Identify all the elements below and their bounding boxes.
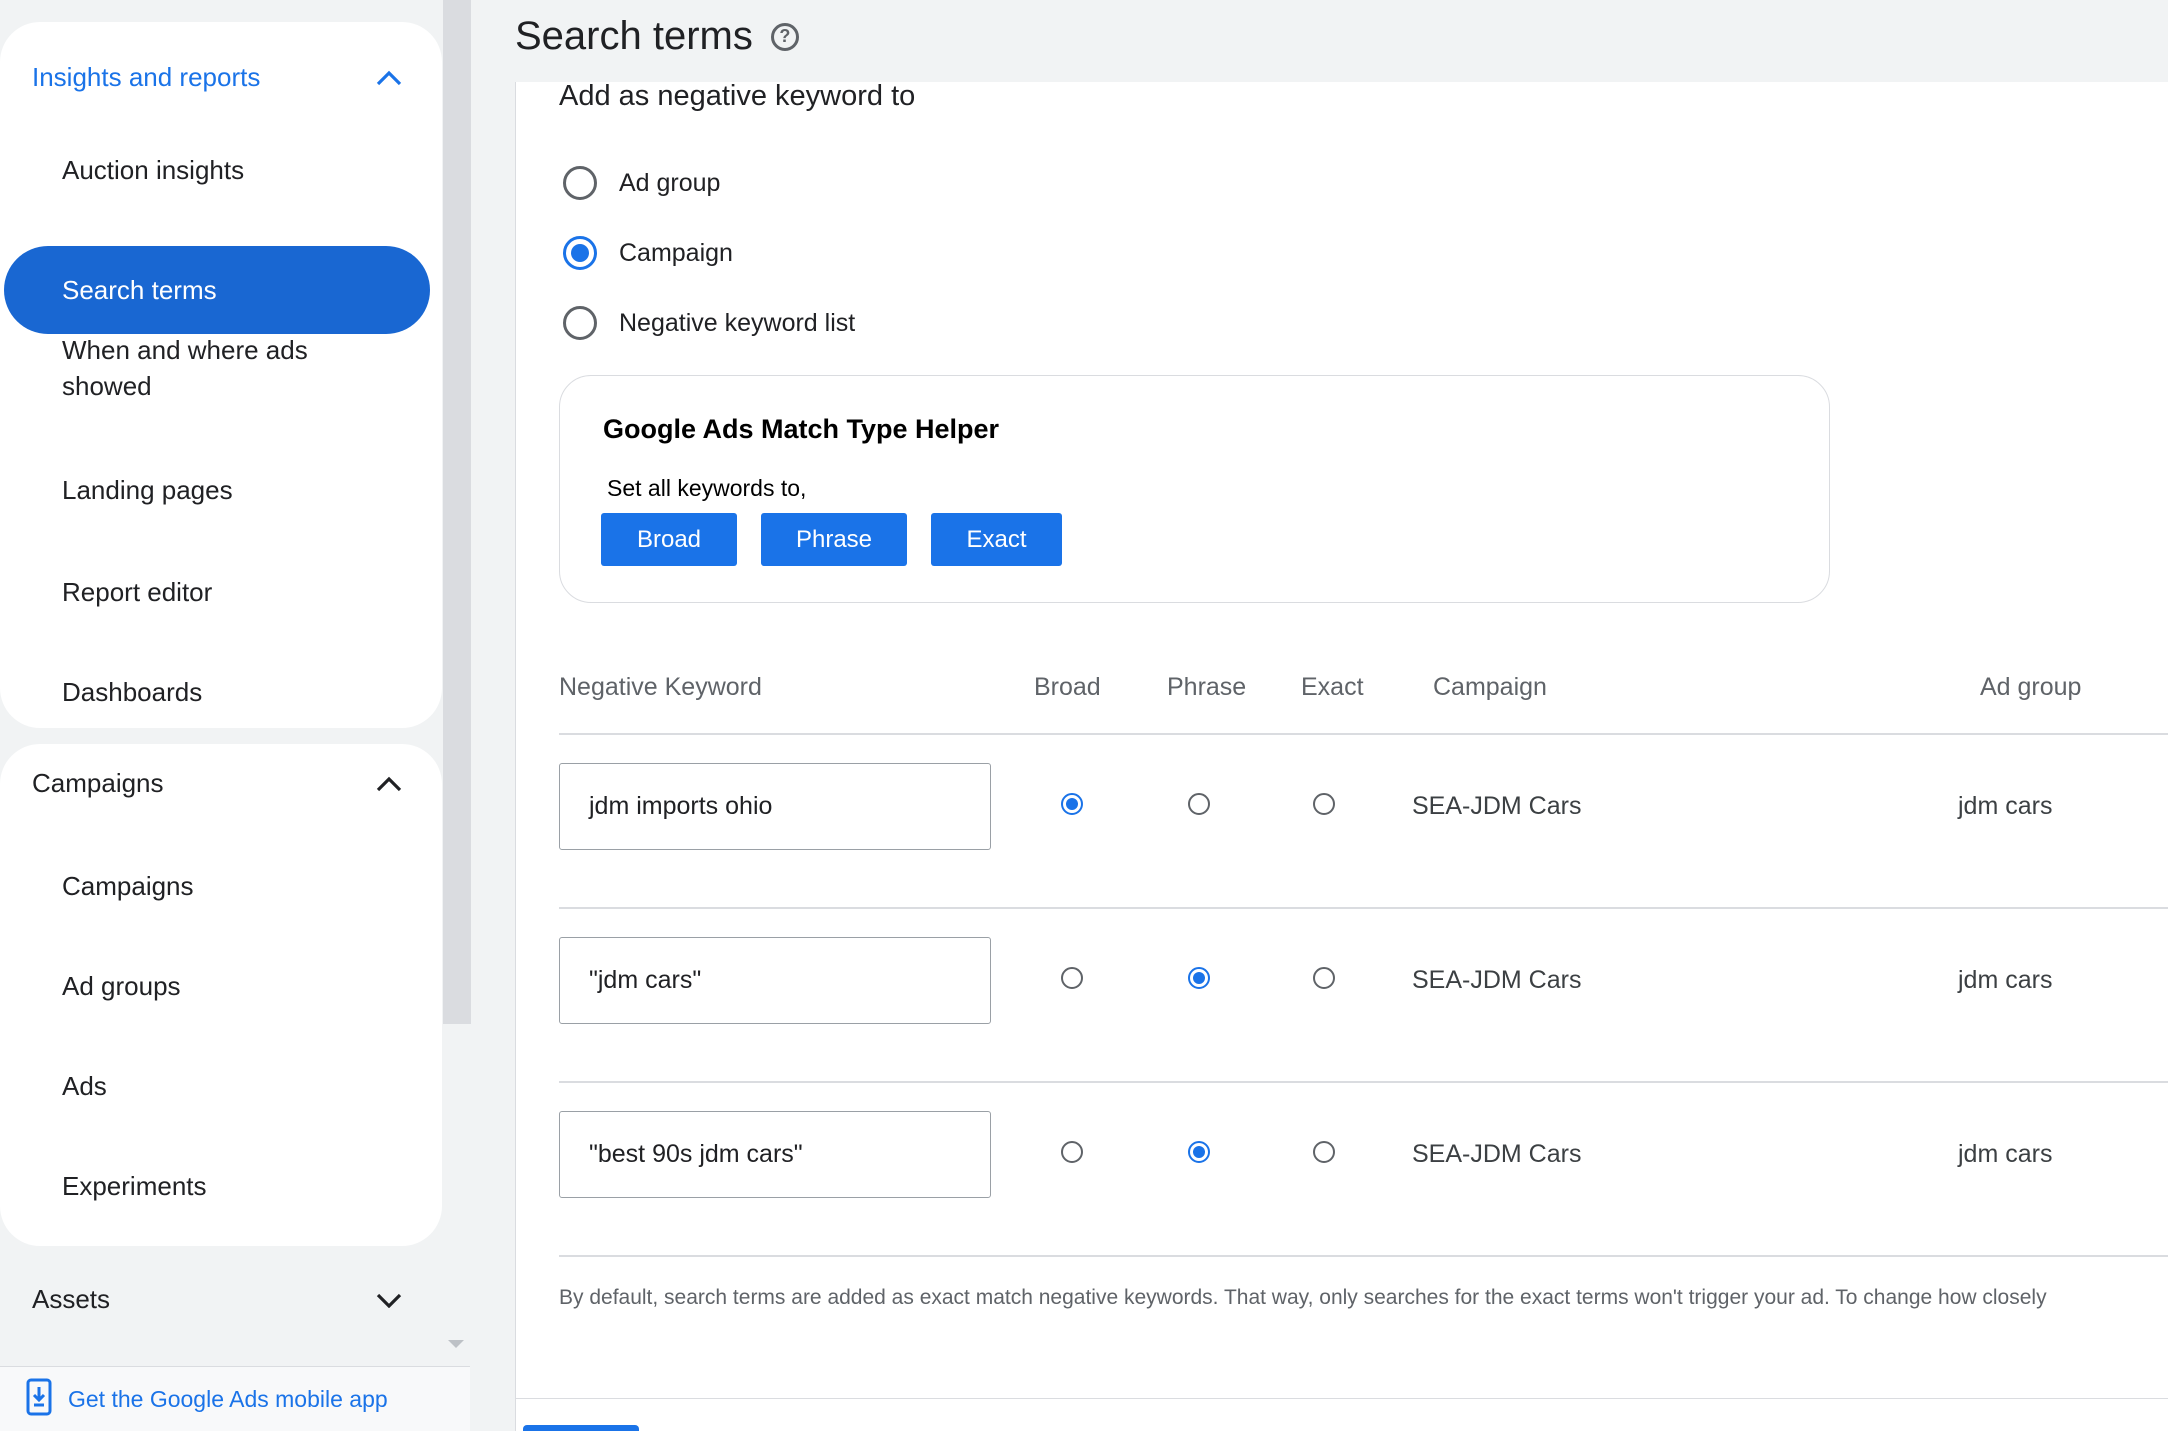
campaign-cell: SEA-JDM Cars — [1412, 966, 1582, 994]
exact-radio[interactable] — [1313, 1141, 1335, 1163]
scroll-down-arrow-icon[interactable] — [448, 1340, 464, 1348]
phrase-radio[interactable] — [1188, 793, 1210, 815]
phrase-radio[interactable] — [1188, 967, 1210, 989]
sidebar-item-auction-insights[interactable]: Auction insights — [62, 152, 244, 188]
campaign-cell: SEA-JDM Cars — [1412, 792, 1582, 820]
broad-radio[interactable] — [1061, 1141, 1083, 1163]
match-type-helper: Google Ads Match Type Helper Set all key… — [559, 375, 1830, 603]
chevron-up-icon — [374, 63, 404, 93]
phrase-radio[interactable] — [1188, 1141, 1210, 1163]
campaign-cell: SEA-JDM Cars — [1412, 1140, 1582, 1168]
column-header-exact: Exact — [1301, 673, 1364, 701]
sidebar-scrollbar-thumb[interactable] — [443, 0, 471, 1024]
negative-keyword-input[interactable]: "best 90s jdm cars" — [559, 1111, 991, 1198]
assets-section-title: Assets — [32, 1284, 111, 1314]
help-icon[interactable]: ? — [770, 22, 799, 51]
table-divider — [559, 907, 2168, 909]
negative-keyword-input[interactable]: "jdm cars" — [559, 937, 991, 1024]
radio-label: Ad group — [619, 168, 721, 197]
sidebar-item-campaigns[interactable]: Campaigns — [62, 868, 194, 904]
sidebar-item-experiments[interactable]: Experiments — [62, 1168, 207, 1204]
assets-section-header[interactable]: Assets — [32, 1284, 404, 1315]
column-header-negative-keyword: Negative Keyword — [559, 673, 762, 701]
chevron-down-icon — [374, 1285, 404, 1315]
ad-group-cell: jdm cars — [1958, 966, 2053, 994]
campaigns-section: Campaigns Campaigns Ad groups Ads Experi… — [0, 744, 442, 1246]
helper-title: Google Ads Match Type Helper — [603, 414, 1000, 444]
sidebar-item-label: Search terms — [62, 274, 217, 305]
insights-section: Insights and reports Auction insights Se… — [0, 22, 442, 728]
insights-section-header[interactable]: Insights and reports — [32, 62, 404, 93]
radio-button-selected[interactable] — [563, 236, 597, 270]
phone-download-icon — [26, 1378, 52, 1421]
broad-radio[interactable] — [1061, 967, 1083, 989]
save-button-partial[interactable] — [523, 1425, 639, 1431]
negative-keyword-input[interactable]: jdm imports ohio — [559, 763, 991, 850]
default-match-note: By default, search terms are added as ex… — [559, 1286, 2047, 1309]
chevron-up-icon — [374, 769, 404, 799]
exact-radio[interactable] — [1313, 967, 1335, 989]
sidebar-item-when-where[interactable]: When and where ads showed — [62, 332, 308, 404]
sidebar-item-label: When and where ads — [62, 335, 308, 365]
set-phrase-button[interactable]: Phrase — [761, 513, 907, 566]
sidebar-item-search-terms[interactable]: Search terms — [4, 246, 430, 334]
radio-label: Negative keyword list — [619, 308, 856, 337]
sidebar-item-dashboards[interactable]: Dashboards — [62, 674, 202, 710]
page-header: Search terms ? — [515, 14, 799, 59]
radio-button[interactable] — [563, 306, 597, 340]
set-exact-button[interactable]: Exact — [931, 513, 1062, 566]
mobile-app-link[interactable]: Get the Google Ads mobile app — [0, 1366, 470, 1431]
radio-button[interactable] — [563, 166, 597, 200]
exact-radio[interactable] — [1313, 793, 1335, 815]
insights-section-title: Insights and reports — [32, 62, 261, 92]
radio-negative-keyword-list[interactable]: Negative keyword list — [563, 306, 855, 340]
campaigns-section-header[interactable]: Campaigns — [32, 768, 404, 799]
ad-group-cell: jdm cars — [1958, 1140, 2053, 1168]
helper-subtitle: Set all keywords to, — [607, 475, 807, 501]
footer-divider — [515, 1398, 2168, 1399]
column-header-ad-group: Ad group — [1980, 673, 2082, 701]
column-header-phrase: Phrase — [1167, 673, 1247, 701]
set-broad-button[interactable]: Broad — [601, 513, 737, 566]
main-panel — [515, 82, 2168, 1431]
radio-campaign[interactable]: Campaign — [563, 236, 733, 270]
negative-keyword-target-title: Add as negative keyword to — [559, 80, 916, 112]
column-header-broad: Broad — [1034, 673, 1101, 701]
table-divider — [559, 1081, 2168, 1083]
ad-group-cell: jdm cars — [1958, 792, 2053, 820]
table-divider — [559, 1255, 2168, 1257]
broad-radio[interactable] — [1061, 793, 1083, 815]
sidebar-item-ad-groups[interactable]: Ad groups — [62, 968, 181, 1004]
mobile-app-link-text: Get the Google Ads mobile app — [68, 1385, 388, 1412]
sidebar-item-label: showed — [62, 371, 152, 401]
page-title: Search terms — [515, 14, 753, 58]
sidebar: Insights and reports Auction insights Se… — [0, 0, 471, 1431]
sidebar-item-report-editor[interactable]: Report editor — [62, 574, 212, 610]
sidebar-item-landing-pages[interactable]: Landing pages — [62, 472, 233, 508]
sidebar-item-ads[interactable]: Ads — [62, 1068, 107, 1104]
campaigns-section-title: Campaigns — [32, 768, 164, 798]
radio-ad-group[interactable]: Ad group — [563, 166, 720, 200]
table-divider — [559, 733, 2168, 735]
radio-label: Campaign — [619, 238, 733, 267]
column-header-campaign: Campaign — [1433, 673, 1547, 701]
